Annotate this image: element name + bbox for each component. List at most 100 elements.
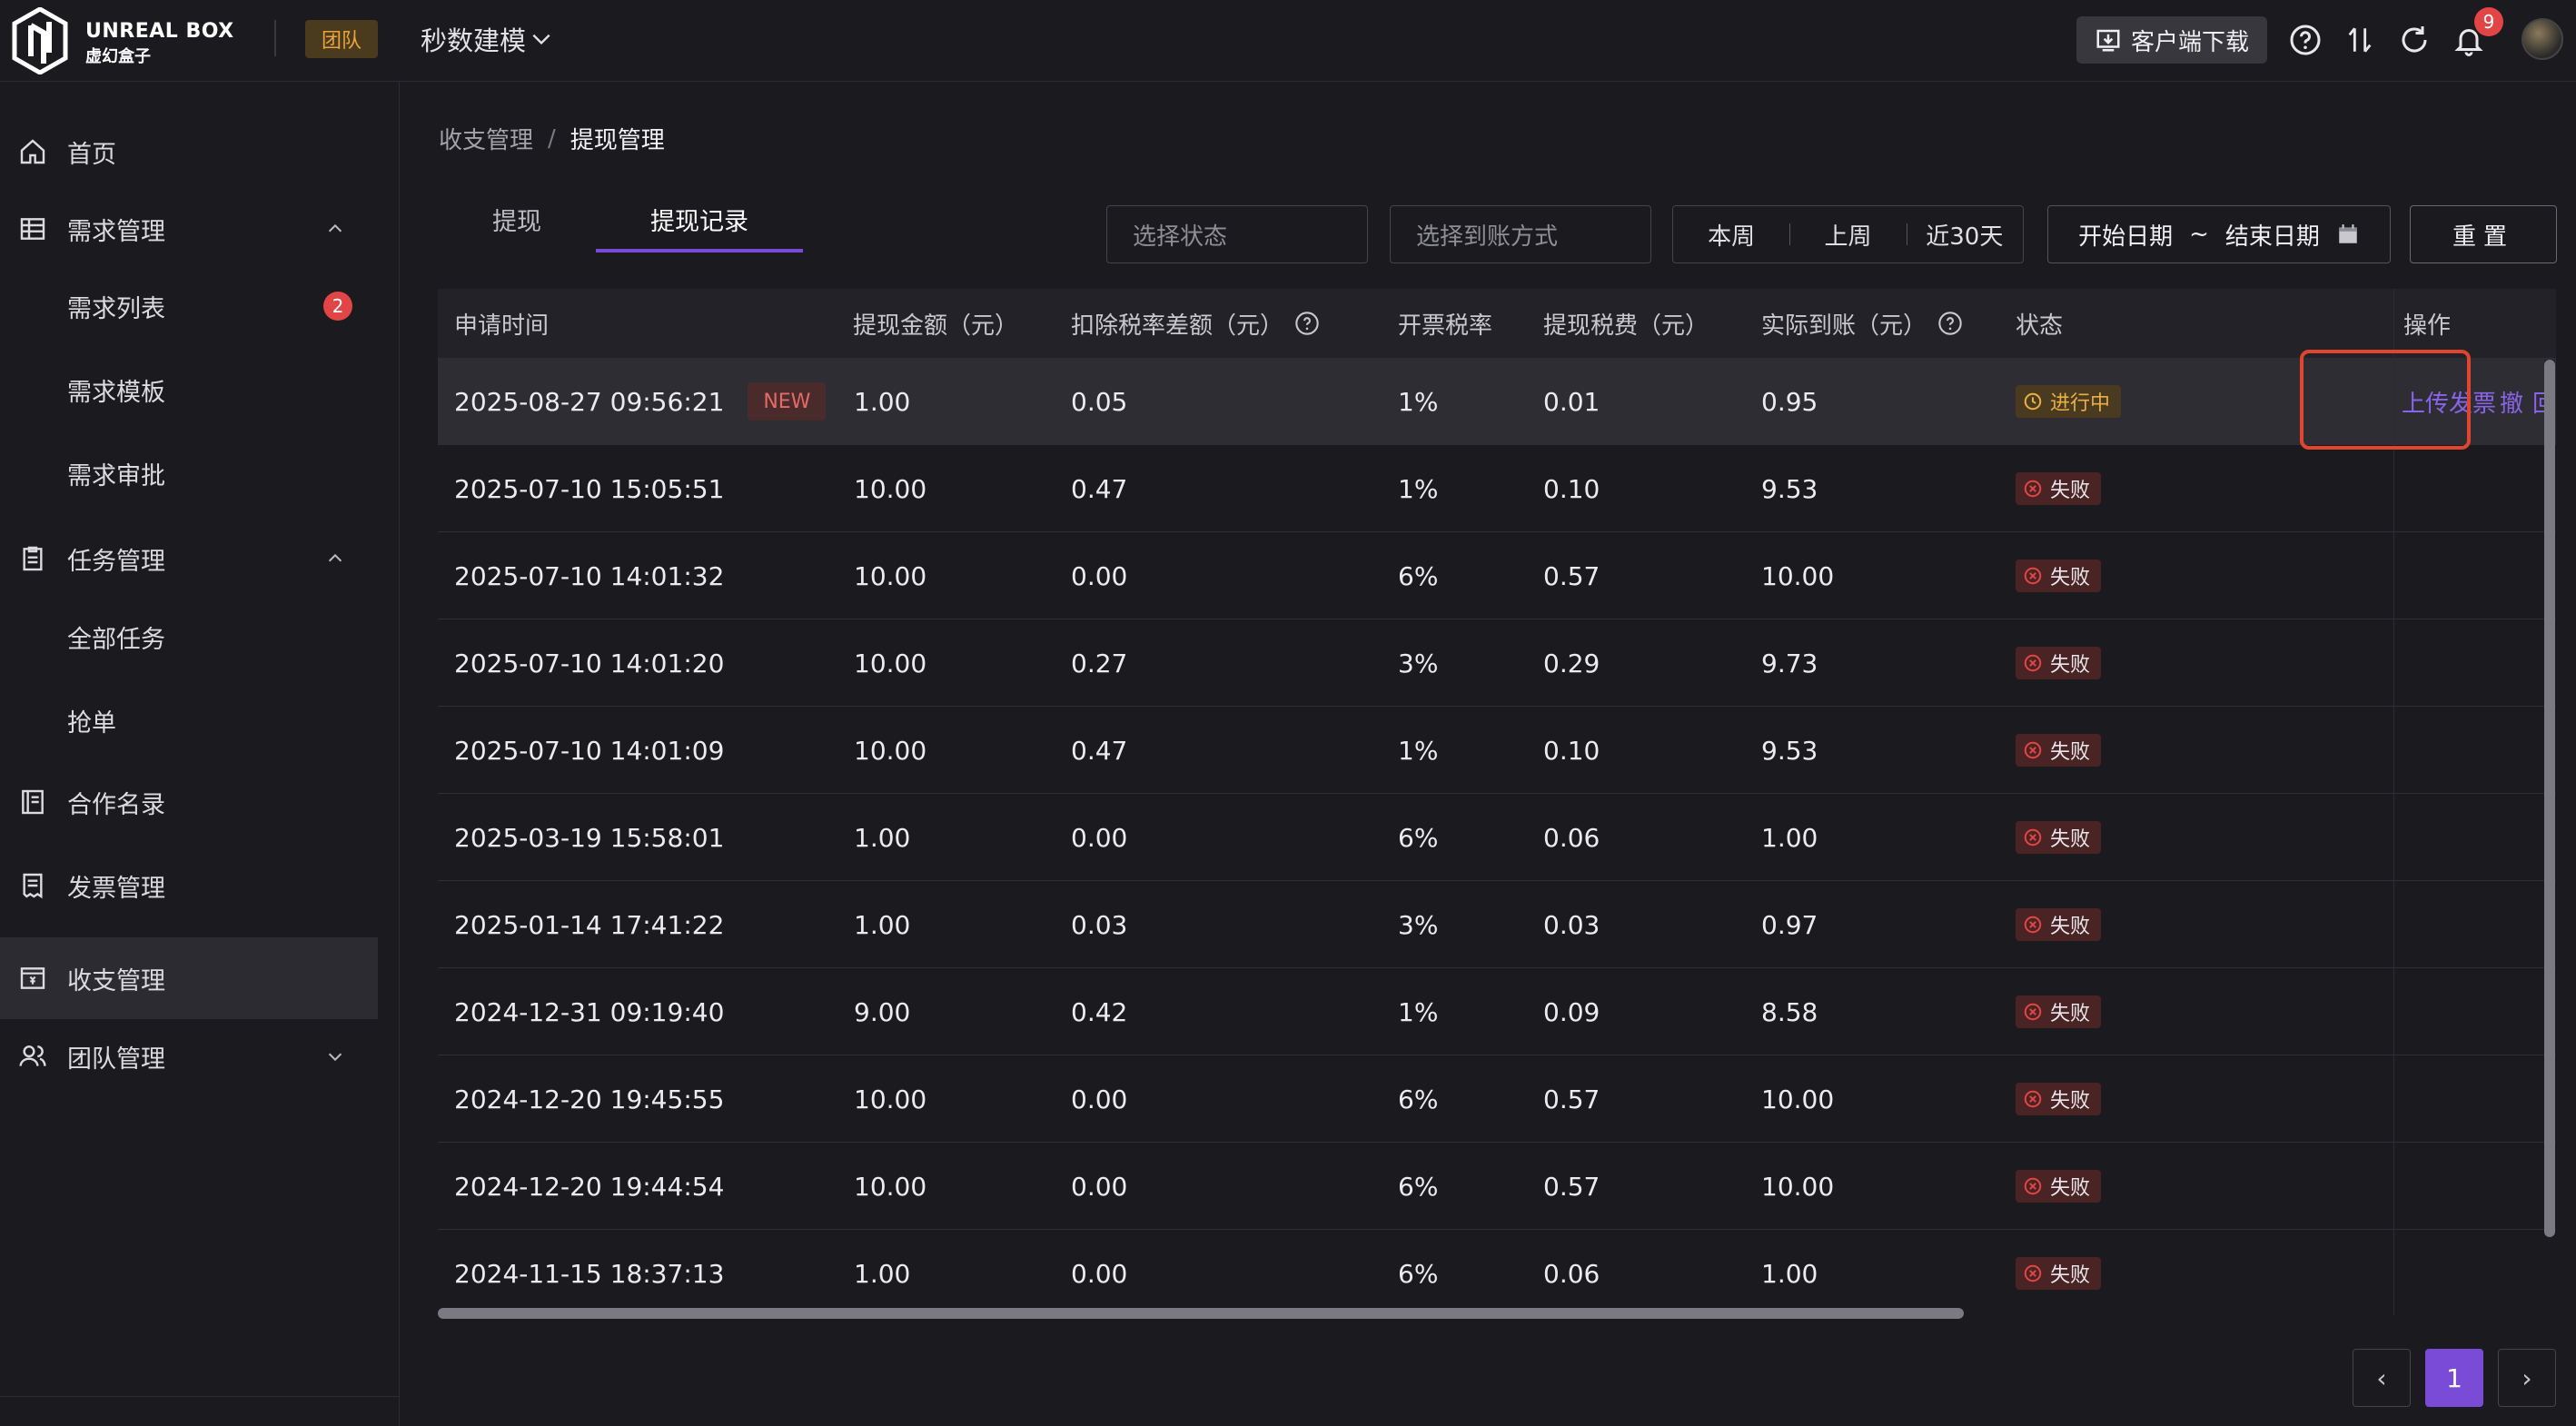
count-badge: 2 [323, 292, 352, 321]
horizontal-scrollbar-thumb[interactable] [438, 1308, 1964, 1319]
status-badge: 失败 [2016, 734, 2102, 767]
cell-fee-value: 0.01 [1543, 386, 1600, 417]
breadcrumb-parent[interactable]: 收支管理 [439, 122, 533, 155]
sidebar-item-team-management[interactable]: 团队管理 [0, 1015, 378, 1097]
refresh-icon[interactable] [2396, 22, 2432, 58]
cell-invoice-rate: 6% [1398, 794, 1438, 881]
column-header-fee: 提现税费（元） [1543, 312, 1709, 340]
cell-tax-diff: 0.00 [1071, 1230, 1127, 1315]
cell-status: 失败 [2016, 1230, 2102, 1315]
avatar[interactable] [2522, 18, 2563, 60]
sidebar-item-label: 需求管理 [67, 217, 165, 246]
cell-fee-value: 0.29 [1543, 648, 1600, 678]
cell-tax-diff-value: 0.00 [1071, 1171, 1128, 1202]
cell-tax-diff-value: 0.00 [1071, 822, 1128, 853]
cell-invoice-rate: 6% [1398, 532, 1438, 619]
sort-icon[interactable] [2342, 22, 2378, 58]
cell-status: 失败 [2016, 881, 2102, 968]
payout-method-select[interactable]: 选择到账方式 [1390, 205, 1651, 263]
cell-amount-value: 10.00 [854, 560, 927, 591]
cell-fee: 0.06 [1543, 1230, 1600, 1315]
table-row-actions [2394, 794, 2556, 881]
cell-time-value: 2025-07-10 14:01:09 [454, 735, 725, 766]
status-label: 失败 [2050, 828, 2091, 851]
cell-invoice-rate: 1% [1398, 445, 1438, 532]
tab-withdraw[interactable]: 提现 [459, 198, 575, 253]
status-label: 失败 [2050, 654, 2091, 677]
download-icon [2096, 29, 2120, 52]
sidebar-item-partners[interactable]: 合作名录 [0, 761, 378, 843]
status-badge: 失败 [2016, 908, 2102, 941]
chevron-down-icon [328, 1053, 342, 1062]
status-badge: 进行中 [2016, 385, 2122, 418]
table-row-actions [2394, 1055, 2556, 1143]
main-content: 收支管理 / 提现管理 提现 提现记录 选择状态 选择到账方式 本周 上周 近3… [401, 82, 2576, 1426]
help-icon[interactable] [2287, 22, 2323, 58]
reset-button[interactable]: 重置 [2410, 205, 2557, 263]
brand-name-cn: 虚幻盒子 [85, 47, 151, 66]
date-range-picker[interactable]: 开始日期 ~ 结束日期 [2047, 205, 2391, 263]
sidebar-item-income-expense[interactable]: 收支管理 [0, 937, 378, 1019]
pagination-page-1[interactable]: 1 [2425, 1349, 2483, 1407]
payout-method-placeholder: 选择到账方式 [1416, 223, 1559, 251]
cell-amount-value: 1.00 [854, 386, 911, 417]
vertical-scrollbar-thumb[interactable] [2544, 360, 2555, 1237]
table-row-actions [2394, 445, 2556, 532]
status-badge: 失败 [2016, 1257, 2102, 1290]
quick-range-last-30-days[interactable]: 近30天 [1906, 218, 2023, 252]
close-circle-icon [2023, 1089, 2043, 1109]
cell-tax-diff: 0.05 [1071, 358, 1127, 445]
cell-status: 失败 [2016, 1143, 2102, 1230]
sidebar-item-home[interactable]: 首页 [0, 111, 378, 193]
team-badge[interactable]: 团队 [305, 20, 378, 58]
start-date-field[interactable]: 开始日期 [2078, 218, 2173, 252]
sidebar-item-demand-approval[interactable]: 需求审批 [0, 432, 378, 514]
question-circle-icon[interactable] [1937, 311, 1963, 336]
cell-actual: 9.53 [1761, 445, 1818, 532]
cell-tax-diff: 0.00 [1071, 794, 1127, 881]
project-switcher[interactable]: 秒数建模 [421, 20, 553, 58]
cell-fee-value: 0.06 [1543, 1258, 1600, 1289]
client-download-button[interactable]: 客户端下载 [2076, 16, 2267, 64]
column-header-time: 申请时间 [454, 312, 550, 340]
close-circle-icon [2023, 827, 2043, 847]
download-label: 客户端下载 [2130, 28, 2249, 56]
end-date-field[interactable]: 结束日期 [2225, 218, 2320, 252]
cell-fee: 0.10 [1543, 445, 1600, 532]
top-bar: UNREAL BOX 虚幻盒子 团队 秒数建模 客户端下载 9 [0, 0, 2576, 82]
status-label: 失败 [2050, 1090, 2091, 1113]
cell-invoice-rate: 1% [1398, 968, 1438, 1055]
sidebar-item-demand-template[interactable]: 需求模板 [0, 349, 378, 431]
cell-tax-diff-value: 0.00 [1071, 1084, 1128, 1114]
users-icon [19, 1045, 46, 1066]
cell-actual: 10.00 [1761, 1055, 1834, 1143]
status-label: 失败 [2050, 1177, 2091, 1200]
sidebar-item-demand-list[interactable]: 需求列表 2 [0, 265, 378, 347]
sidebar-item-demand-management[interactable]: 需求管理 [0, 188, 378, 270]
cell-tax-diff-value: 0.00 [1071, 1258, 1128, 1289]
pagination-next-button[interactable]: › [2498, 1349, 2556, 1407]
status-badge: 失败 [2016, 560, 2102, 592]
sidebar-item-task-management[interactable]: 任务管理 [0, 518, 378, 599]
quick-range-last-week[interactable]: 上周 [1789, 218, 1906, 252]
pagination-prev-button[interactable]: ‹ [2353, 1349, 2411, 1407]
cell-tax-diff: 0.47 [1071, 445, 1127, 532]
unreal-box-logo-icon[interactable] [11, 7, 69, 74]
question-circle-icon[interactable] [1294, 311, 1320, 336]
sidebar-item-all-tasks[interactable]: 全部任务 [0, 596, 378, 678]
table-row: 2025-07-10 14:01:09 10.00 0.47 1% 0.10 9.53 失败 [438, 707, 2556, 794]
cell-time: 2024-12-20 19:45:55 [454, 1055, 724, 1143]
cell-invoice-rate-value: 6% [1398, 822, 1439, 853]
table-row-actions [2394, 1143, 2556, 1230]
column-header-invoice-rate: 开票税率 [1398, 312, 1493, 340]
column-header-amount: 提现金额（元） [853, 312, 1019, 340]
tab-withdraw-records[interactable]: 提现记录 [596, 198, 803, 253]
cell-actual-value: 10.00 [1761, 560, 1835, 591]
sidebar-item-grab-order[interactable]: 抢单 [0, 679, 378, 761]
quick-range-this-week[interactable]: 本周 [1673, 218, 1789, 252]
status-select[interactable]: 选择状态 [1106, 205, 1368, 263]
sidebar-item-invoice-management[interactable]: 发票管理 [0, 845, 378, 926]
cell-invoice-rate-value: 6% [1398, 1258, 1439, 1289]
column-header-actual: 实际到账（元） [1761, 289, 1963, 358]
cell-time: 2024-12-20 19:44:54 [454, 1143, 724, 1230]
